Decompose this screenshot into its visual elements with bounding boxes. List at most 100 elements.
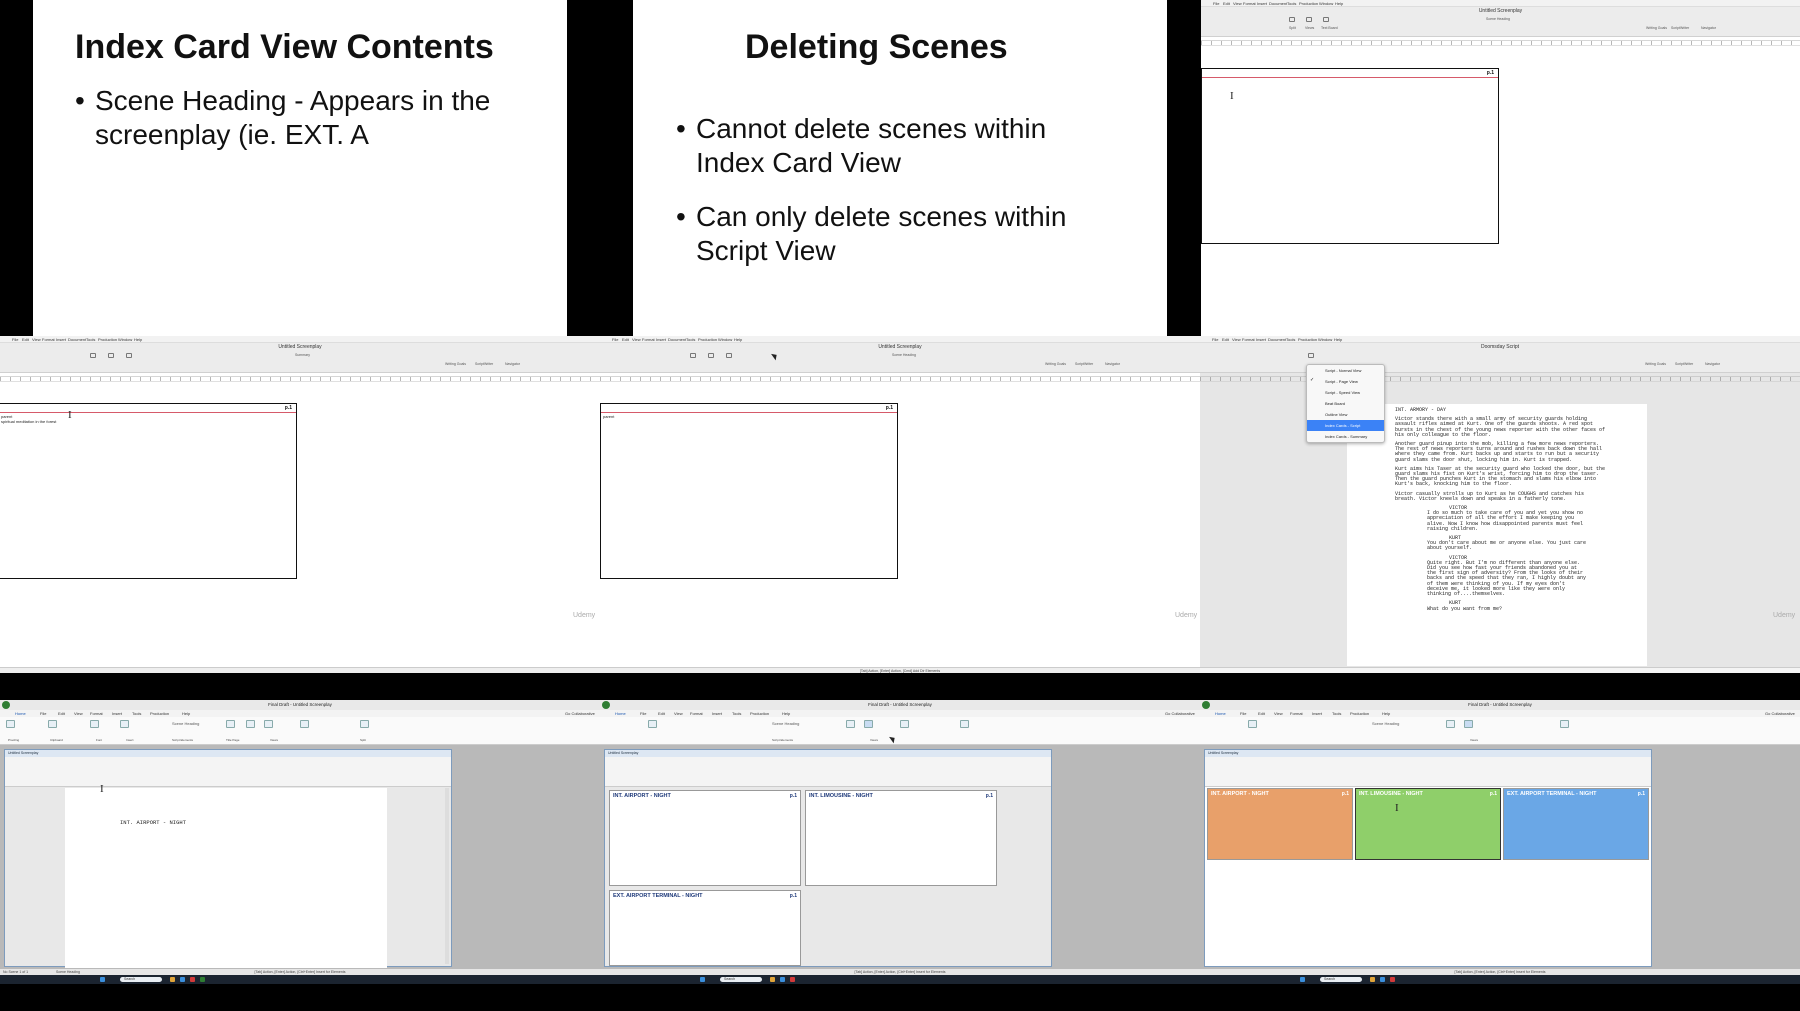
split-icon[interactable] xyxy=(360,720,369,728)
tab-insert[interactable]: Insert xyxy=(712,711,722,716)
menu-document[interactable]: Document xyxy=(668,337,686,342)
split-icon[interactable] xyxy=(1560,720,1569,728)
index-card[interactable]: p.1 parent spiritual meditation in the f… xyxy=(0,403,297,579)
tab-view[interactable]: View xyxy=(74,711,83,716)
element-dropdown[interactable]: Scene Heading xyxy=(772,721,799,726)
taskbar-app-icon[interactable] xyxy=(200,977,205,982)
card-view-icon[interactable] xyxy=(1464,720,1473,728)
taskbar-app-icon[interactable] xyxy=(1370,977,1375,982)
views-icon[interactable] xyxy=(108,353,114,358)
text-board-icon[interactable] xyxy=(1323,17,1329,22)
menu-format[interactable]: Format xyxy=(642,337,655,342)
views-icon[interactable] xyxy=(1308,353,1314,358)
paste-icon[interactable] xyxy=(1248,720,1257,728)
go-collaborative-button[interactable]: Go Collaborative xyxy=(565,711,595,716)
scriptwriter-label[interactable]: ScriptWriter xyxy=(1075,362,1093,366)
taskbar-app-icon[interactable] xyxy=(180,977,185,982)
menu-production[interactable]: Production xyxy=(698,337,717,342)
taskbar-app-icon[interactable] xyxy=(170,977,175,982)
start-icon[interactable] xyxy=(100,977,105,982)
scriptwriter-label[interactable]: ScriptWriter xyxy=(1675,362,1693,366)
split-icon[interactable] xyxy=(90,353,96,358)
menu-format[interactable]: Format xyxy=(42,337,55,342)
menu-help[interactable]: Help xyxy=(734,337,742,342)
menu-view[interactable]: View xyxy=(632,337,641,342)
element-selector[interactable]: Scene Heading xyxy=(1486,17,1510,21)
views-icon[interactable] xyxy=(1306,17,1312,22)
taskbar-app-icon[interactable] xyxy=(790,977,795,982)
tab-view[interactable]: View xyxy=(674,711,683,716)
split-icon[interactable] xyxy=(1289,17,1295,22)
script-page[interactable]: INT. ARMORY - DAY Victor stands there wi… xyxy=(1347,404,1647,666)
navigator-label[interactable]: Navigator xyxy=(505,362,520,366)
menu-edit[interactable]: Edit xyxy=(622,337,629,342)
index-card-blue[interactable]: EXT. AIRPORT TERMINAL - NIGHT p.1 xyxy=(1503,788,1649,860)
menu-view[interactable]: View xyxy=(32,337,41,342)
taskbar-app-icon[interactable] xyxy=(770,977,775,982)
menu-production[interactable]: Production xyxy=(1299,1,1318,6)
menu-window[interactable]: Window xyxy=(1319,1,1333,6)
menu-insert[interactable]: Insert xyxy=(656,337,666,342)
scriptwriter-label[interactable]: ScriptWriter xyxy=(475,362,493,366)
menu-insert[interactable]: Insert xyxy=(1256,337,1266,342)
tab-help[interactable]: Help xyxy=(182,711,190,716)
element-selector[interactable]: Scene Heading xyxy=(892,353,916,357)
menu-file[interactable]: File xyxy=(612,337,618,342)
navigator-label[interactable]: Navigator xyxy=(1701,26,1716,30)
index-card[interactable]: INT. AIRPORT - NIGHT p.1 xyxy=(609,790,801,886)
menu-view[interactable]: View xyxy=(1232,337,1241,342)
navigator-label[interactable]: Navigator xyxy=(1105,362,1120,366)
vertical-scrollbar[interactable] xyxy=(445,788,449,964)
taskbar-app-icon[interactable] xyxy=(190,977,195,982)
navigator-label[interactable]: Navigator xyxy=(1705,362,1720,366)
tab-format[interactable]: Format xyxy=(90,711,103,716)
tab-edit[interactable]: Edit xyxy=(1258,711,1265,716)
card-view-icon[interactable] xyxy=(864,720,873,728)
menu-item-script-page[interactable]: Script - Page View xyxy=(1307,376,1384,387)
menu-edit[interactable]: Edit xyxy=(22,337,29,342)
menu-document[interactable]: Document xyxy=(1269,1,1287,6)
index-card[interactable]: INT. LIMOUSINE - NIGHT p.1 xyxy=(805,790,997,886)
tab-home[interactable]: Home xyxy=(615,711,626,716)
menu-file[interactable]: File xyxy=(1212,337,1218,342)
menu-tools[interactable]: Tools xyxy=(1287,1,1296,6)
menu-help[interactable]: Help xyxy=(1335,1,1343,6)
menu-window[interactable]: Window xyxy=(118,337,132,342)
tab-edit[interactable]: Edit xyxy=(658,711,665,716)
menu-tools[interactable]: Tools xyxy=(86,337,95,342)
menu-item-index-cards-summary[interactable]: Index Cards - Summary xyxy=(1307,431,1384,442)
menu-insert[interactable]: Insert xyxy=(1257,1,1267,6)
scriptwriter-label[interactable]: ScriptWriter xyxy=(1671,26,1689,30)
index-card[interactable]: EXT. AIRPORT TERMINAL - NIGHT p.1 xyxy=(609,890,801,966)
menu-item-index-cards-script[interactable]: Index Cards - Script xyxy=(1307,420,1384,431)
split-icon[interactable] xyxy=(960,720,969,728)
script-page[interactable]: INT. AIRPORT - NIGHT xyxy=(65,788,387,968)
paste-icon[interactable] xyxy=(48,720,57,728)
tab-home[interactable]: Home xyxy=(15,711,26,716)
start-icon[interactable] xyxy=(1300,977,1305,982)
tab-production[interactable]: Production xyxy=(750,711,769,716)
text-board-icon[interactable] xyxy=(726,353,732,358)
menu-item-beat-board[interactable]: Beat Board xyxy=(1307,398,1384,409)
tab-insert[interactable]: Insert xyxy=(112,711,122,716)
start-icon[interactable] xyxy=(700,977,705,982)
tab-production[interactable]: Production xyxy=(150,711,169,716)
writing-goals-label[interactable]: Writing Goals xyxy=(1045,362,1066,366)
tab-file[interactable]: File xyxy=(640,711,646,716)
beat-board-icon[interactable] xyxy=(300,720,309,728)
index-card-green[interactable]: INT. LIMOUSINE - NIGHT p.1 xyxy=(1355,788,1501,860)
tab-help[interactable]: Help xyxy=(782,711,790,716)
taskbar-app-icon[interactable] xyxy=(1380,977,1385,982)
menu-tools[interactable]: Tools xyxy=(1286,337,1295,342)
tab-production[interactable]: Production xyxy=(1350,711,1369,716)
taskbar-search[interactable]: Search xyxy=(120,977,162,982)
tab-tools[interactable]: Tools xyxy=(1332,711,1341,716)
menu-document[interactable]: Document xyxy=(68,337,86,342)
summary-selector[interactable]: Summary xyxy=(295,353,310,357)
tab-help[interactable]: Help xyxy=(1382,711,1390,716)
taskbar-search[interactable]: Search xyxy=(720,977,762,982)
script-view-icon[interactable] xyxy=(846,720,855,728)
spelling-icon[interactable] xyxy=(6,720,15,728)
menu-file[interactable]: File xyxy=(12,337,18,342)
taskbar-app-icon[interactable] xyxy=(780,977,785,982)
